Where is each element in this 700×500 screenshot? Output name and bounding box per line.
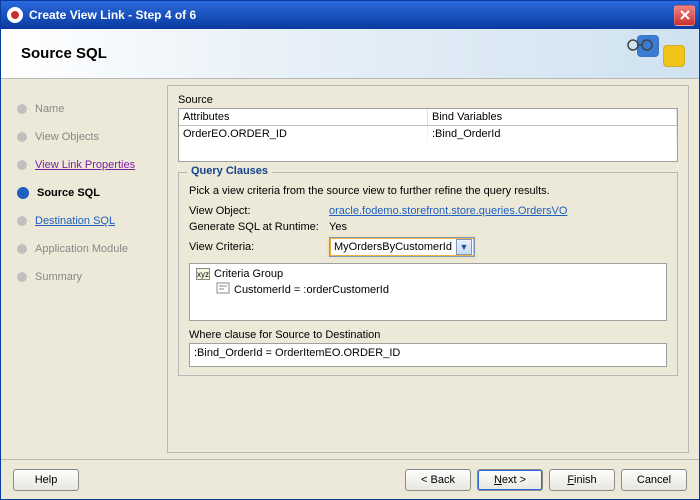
back-button[interactable]: < Back [405,469,471,491]
query-clauses-group: Query Clauses Pick a view criteria from … [178,172,678,376]
step-dot-icon [17,244,27,254]
wizard-steps-sidebar: Name View Objects View Link Properties S… [1,79,167,459]
step-dot-icon [17,187,29,199]
view-criteria-label: View Criteria: [189,241,329,253]
table-row[interactable]: OrderEO.ORDER_ID :Bind_OrderId [179,126,677,142]
row-view-object: View Object: oracle.fodemo.storefront.st… [189,205,667,217]
step-view-link-properties[interactable]: View Link Properties [17,153,159,177]
source-attributes-table[interactable]: Attributes Bind Variables OrderEO.ORDER_… [178,108,678,162]
step-label: Name [35,103,64,115]
source-label: Source [178,94,678,106]
header-decoration [637,35,685,57]
wizard-body: Name View Objects View Link Properties S… [1,79,699,459]
content-area: Source Attributes Bind Variables OrderEO… [167,79,699,459]
criteria-group-icon: xyz [196,268,210,280]
col-bind-variables: Bind Variables [428,109,677,125]
step-destination-sql[interactable]: Destination SQL [17,209,159,233]
row-generate-sql: Generate SQL at Runtime: Yes [189,221,667,233]
criteria-item-icon [216,282,230,297]
step-application-module: Application Module [17,237,159,261]
cell-bind: :Bind_OrderId [428,126,677,142]
step-label: Summary [35,271,82,283]
tree-node-child[interactable]: CustomerId = :orderCustomerId [216,282,660,297]
app-icon [7,7,23,23]
step-name: Name [17,97,159,121]
tree-node-root[interactable]: xyz Criteria Group [196,268,660,280]
col-attributes: Attributes [179,109,428,125]
chevron-down-icon: ▼ [456,239,472,255]
instruction-text: Pick a view criteria from the source vie… [189,185,667,197]
row-view-criteria: View Criteria: MyOrdersByCustomerId ▼ [189,237,667,257]
step-dot-icon [17,160,27,170]
wizard-footer: Help < Back Next > Finish Cancel [1,459,699,499]
wizard-header: Source SQL [1,29,699,79]
finish-button[interactable]: Finish [549,469,615,491]
help-button[interactable]: Help [13,469,79,491]
window-title: Create View Link - Step 4 of 6 [29,8,674,22]
view-criteria-combobox[interactable]: MyOrdersByCustomerId ▼ [329,237,475,257]
where-clause-input[interactable]: :Bind_OrderId = OrderItemEO.ORDER_ID [189,343,667,367]
step-label: Source SQL [37,187,100,199]
page-title: Source SQL [21,45,107,62]
next-rest: ext > [502,474,526,486]
step-dot-icon [17,272,27,282]
step-source-sql: Source SQL [17,181,159,205]
step-label: View Link Properties [35,159,135,171]
cancel-button[interactable]: Cancel [621,469,687,491]
combobox-value: MyOrdersByCustomerId [334,241,452,253]
group-legend: Query Clauses [187,165,272,177]
where-clause-label: Where clause for Source to Destination [189,329,667,341]
step-summary: Summary [17,265,159,289]
step-dot-icon [17,132,27,142]
glasses-icon [625,37,661,51]
cell-attribute: OrderEO.ORDER_ID [179,126,428,142]
step-dot-icon [17,216,27,226]
step-dot-icon [17,104,27,114]
step-view-objects: View Objects [17,125,159,149]
close-button[interactable] [674,5,695,26]
step-label[interactable]: Destination SQL [35,215,115,227]
where-clause-value: :Bind_OrderId = OrderItemEO.ORDER_ID [194,347,400,359]
generate-sql-value: Yes [329,221,347,233]
view-object-label: View Object: [189,205,329,217]
finish-rest: inish [574,474,597,486]
titlebar: Create View Link - Step 4 of 6 [1,1,699,29]
tree-node-label: Criteria Group [214,268,283,280]
table-header: Attributes Bind Variables [179,109,677,126]
step-label: Application Module [35,243,128,255]
criteria-tree[interactable]: xyz Criteria Group CustomerId = :orderCu… [189,263,667,321]
next-mnemonic: N [494,474,502,486]
close-icon [680,10,690,20]
view-object-link[interactable]: oracle.fodemo.storefront.store.queries.O… [329,205,567,217]
tree-node-label: CustomerId = :orderCustomerId [234,284,389,296]
step-label: View Objects [35,131,99,143]
generate-sql-label: Generate SQL at Runtime: [189,221,329,233]
content-panel: Source Attributes Bind Variables OrderEO… [167,85,689,453]
next-button[interactable]: Next > [477,469,543,491]
